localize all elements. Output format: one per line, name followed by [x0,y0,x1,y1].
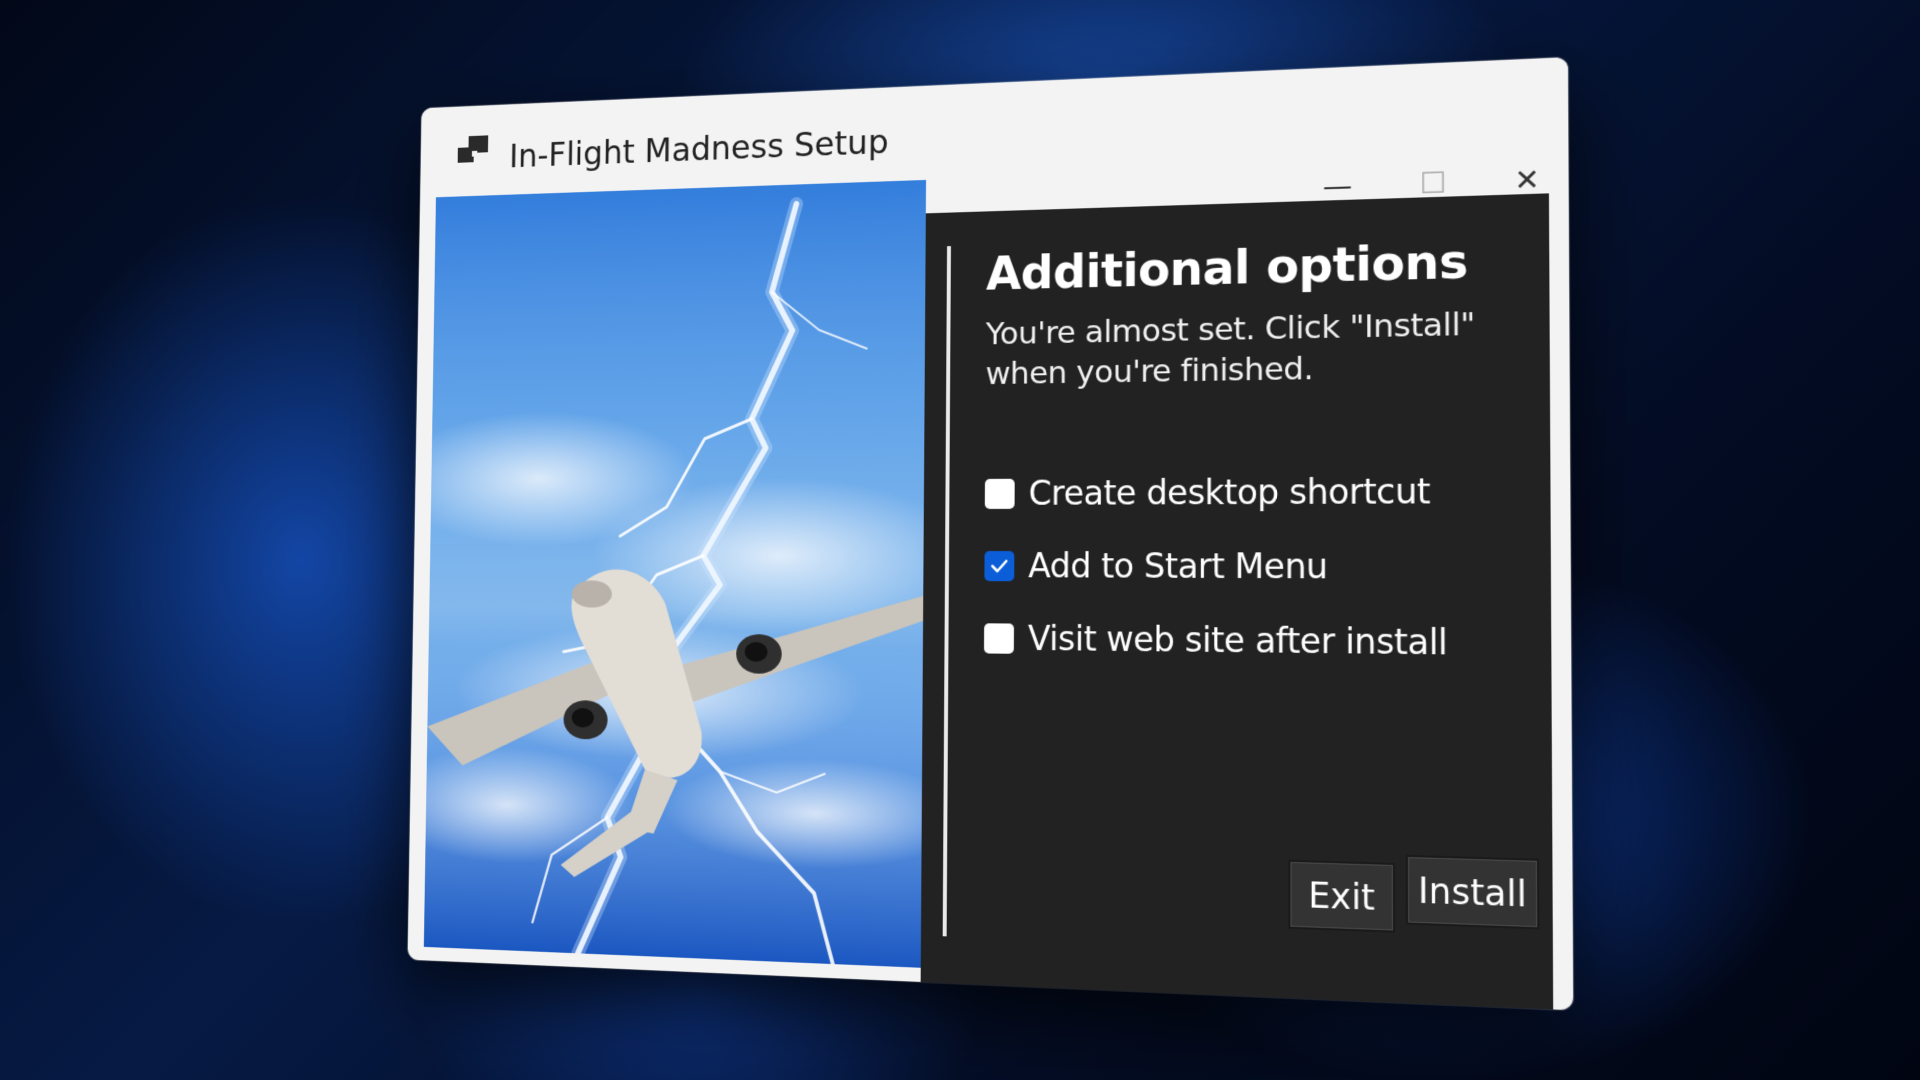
checkbox-create-desktop-shortcut[interactable] [984,478,1015,509]
airplane-lightning-image [423,179,927,968]
option-create-desktop-shortcut[interactable]: Create desktop shortcut [984,471,1431,513]
checkbox-visit-web-site[interactable] [983,622,1014,654]
minimize-glyph: — [1322,168,1353,204]
exit-button[interactable]: Exit [1288,859,1396,933]
option-label: Create desktop shortcut [1028,471,1431,513]
option-label: Add to Start Menu [1028,546,1328,587]
page-subtitle: You're almost set. Click "Install" when … [985,305,1476,393]
page-heading: Additional options [985,233,1468,301]
checkbox-add-to-start-menu[interactable] [984,550,1015,581]
option-visit-web-site[interactable]: Visit web site after install [983,618,1448,663]
options-panel: Additional options You're almost set. Cl… [920,193,1554,1010]
option-add-to-start-menu[interactable]: Add to Start Menu [984,546,1328,587]
scene: In-Flight Madness Setup — ☐ ✕ Additional… [0,0,1920,1080]
title-bar[interactable]: In-Flight Madness Setup [420,57,1569,195]
panel-divider [942,246,951,937]
maximize-glyph: ☐ [1419,165,1447,201]
checkmark-icon [989,558,1009,574]
install-button[interactable]: Install [1405,854,1540,930]
option-label: Visit web site after install [1027,618,1448,663]
window-title: In-Flight Madness Setup [508,122,889,176]
setup-window: In-Flight Madness Setup — ☐ ✕ Additional… [407,57,1574,1011]
hero-image [423,179,927,968]
app-icon [457,135,489,163]
close-glyph: ✕ [1514,161,1540,198]
